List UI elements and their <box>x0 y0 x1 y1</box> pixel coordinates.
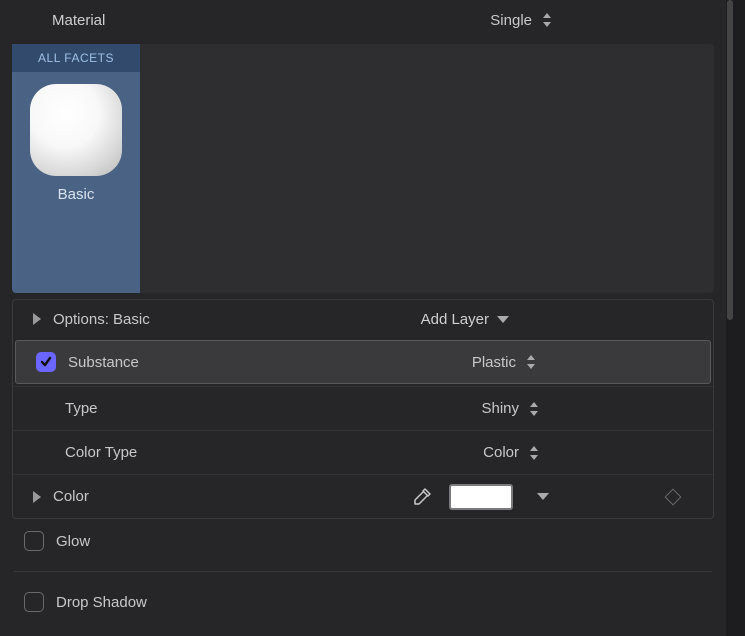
colortype-row: Color Type Color <box>13 430 713 474</box>
colortype-value: Color <box>483 444 519 461</box>
dropshadow-label: Drop Shadow <box>56 594 147 611</box>
add-layer-button[interactable]: Add Layer <box>421 311 689 328</box>
material-label: Material <box>52 12 105 29</box>
disclosure-right-icon <box>33 313 41 325</box>
dropshadow-checkbox[interactable] <box>24 592 44 612</box>
updown-icon <box>529 401 539 417</box>
material-preview <box>30 84 122 176</box>
disclosure-right-icon <box>33 491 41 503</box>
type-row: Type Shiny <box>13 386 713 430</box>
eyedropper-icon[interactable] <box>411 486 433 508</box>
substance-checkbox[interactable] <box>36 352 56 372</box>
chevron-down-icon <box>497 316 509 323</box>
colortype-label: Color Type <box>65 444 137 461</box>
divider <box>14 571 712 572</box>
color-controls <box>411 484 689 510</box>
type-select[interactable]: Shiny <box>481 400 689 417</box>
facet-preview-label: Basic <box>58 186 95 203</box>
substance-select[interactable]: Plastic <box>472 354 686 371</box>
type-label: Type <box>65 400 98 417</box>
glow-checkbox[interactable] <box>24 531 44 551</box>
facet-tab-all[interactable]: ALL FACETS <box>12 44 140 72</box>
type-value: Shiny <box>481 400 519 417</box>
color-swatch[interactable] <box>449 484 513 510</box>
glow-row[interactable]: Glow <box>0 519 726 563</box>
updown-icon <box>529 445 539 461</box>
scrollbar-thumb[interactable] <box>727 0 733 320</box>
material-options-section: Options: Basic Add Layer Substance Plast… <box>12 299 714 519</box>
material-mode-select[interactable]: Single <box>490 12 702 29</box>
material-header-row: Material Single <box>0 0 726 40</box>
updown-icon <box>542 12 552 28</box>
dropshadow-row[interactable]: Drop Shadow <box>0 580 726 624</box>
facet-card[interactable]: ALL FACETS Basic <box>12 44 140 293</box>
options-label: Options: Basic <box>53 311 150 328</box>
color-label: Color <box>53 488 89 505</box>
options-header[interactable]: Options: Basic Add Layer <box>13 300 713 338</box>
updown-icon <box>526 354 536 370</box>
substance-row[interactable]: Substance Plastic <box>15 340 711 384</box>
colortype-select[interactable]: Color <box>483 444 689 461</box>
substance-label: Substance <box>68 354 139 371</box>
facet-strip: ALL FACETS Basic <box>12 44 714 293</box>
glow-label: Glow <box>56 533 90 550</box>
substance-value: Plastic <box>472 354 516 371</box>
inspector-panel: Material Single ALL FACETS Basic Options… <box>0 0 726 636</box>
material-mode-value: Single <box>490 12 532 29</box>
add-layer-label: Add Layer <box>421 311 489 328</box>
color-row[interactable]: Color <box>13 474 713 518</box>
chevron-down-icon[interactable] <box>537 493 549 500</box>
